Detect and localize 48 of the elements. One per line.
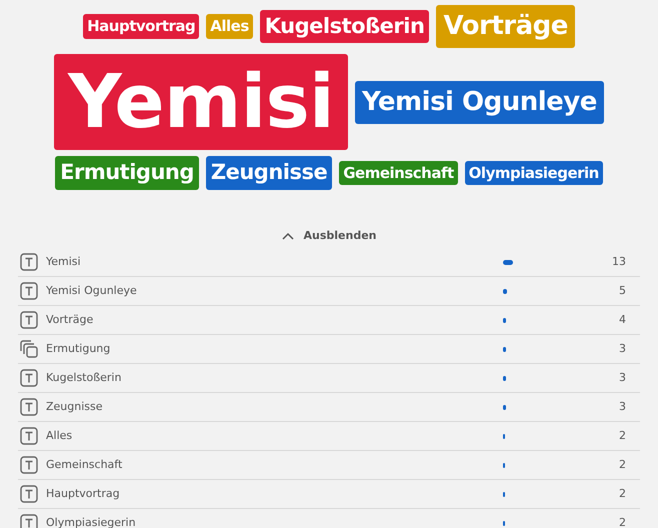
word-tag: Vorträge — [436, 5, 575, 48]
count-label: 2 — [619, 428, 626, 444]
term-label: Kugelstoßerin — [46, 370, 122, 386]
term-label: Zeugnisse — [46, 398, 104, 415]
text-type-icon — [20, 311, 38, 329]
frequency-bar — [503, 318, 506, 322]
count-label: 2 — [619, 486, 626, 502]
word-tag: Yemisi Ogunleye — [354, 80, 604, 124]
chevron-icon — [282, 232, 294, 240]
word-tag: Zeugnisse — [206, 156, 332, 190]
word-tag: Olympiasiegerin — [464, 160, 603, 185]
count-label: 3 — [619, 340, 626, 357]
count-label: 3 — [619, 370, 626, 386]
count-label: 2 — [619, 456, 626, 473]
frequency-bar — [503, 376, 506, 380]
term-label: Gemeinschaft — [46, 456, 124, 473]
frequency-bar — [503, 404, 506, 410]
count-label: 2 — [619, 514, 626, 528]
collapse-toggle[interactable]: Ausblenden — [282, 228, 376, 244]
count-label: 5 — [619, 282, 626, 299]
text-type-icon — [20, 514, 38, 528]
frequency-bar — [503, 260, 513, 264]
stacked-squares-icon — [20, 340, 38, 358]
term-label: Olympiasiegerin — [46, 514, 137, 528]
count-label: 13 — [612, 254, 626, 270]
word-tag: Yemisi — [54, 54, 348, 150]
frequency-bar — [503, 346, 506, 352]
term-label: Ermutigung — [46, 340, 112, 357]
word-tag: Gemeinschaft — [339, 160, 458, 185]
term-label: Alles — [46, 428, 74, 444]
count-label: 3 — [619, 398, 626, 415]
term-label: Yemisi — [46, 254, 82, 270]
text-type-icon — [20, 456, 38, 474]
word-tag: Kugelstoßerin — [260, 10, 430, 44]
text-type-icon — [20, 369, 38, 387]
word-tag: Hauptvortrag — [83, 14, 200, 39]
term-label: Yemisi Ogunleye — [46, 282, 138, 299]
count-label: 4 — [619, 312, 626, 328]
text-type-icon — [20, 253, 38, 271]
frequency-bar — [503, 288, 507, 294]
text-type-icon — [20, 427, 38, 445]
term-label: Vorträge — [46, 312, 94, 328]
text-type-icon — [20, 282, 38, 300]
word-tag: Alles — [206, 14, 253, 39]
term-label: Hauptvortrag — [46, 486, 121, 502]
word-tag: Ermutigung — [55, 156, 199, 190]
text-type-icon — [20, 485, 38, 503]
text-type-icon — [20, 398, 38, 416]
